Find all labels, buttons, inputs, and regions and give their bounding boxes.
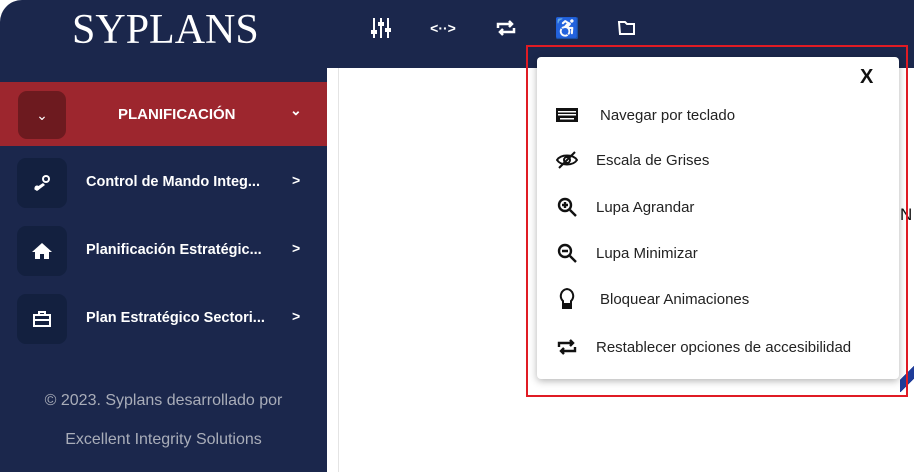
sidebar-item-label: Planificación Estratégic...	[86, 242, 262, 258]
sliders-icon[interactable]	[369, 16, 393, 40]
option-label: Escala de Grises	[596, 151, 710, 169]
option-zoom-in[interactable]: Lupa Agrandar	[556, 196, 694, 218]
steam-icon	[17, 158, 67, 208]
chevron-right-icon: >	[292, 240, 301, 256]
logo: SYPLANS	[72, 7, 259, 53]
folder-open-icon[interactable]	[615, 16, 639, 40]
sidebar-item-label: PLANIFICACIÓN	[118, 106, 236, 123]
option-label: Lupa Agrandar	[596, 198, 695, 216]
chevron-right-icon: >	[292, 172, 301, 188]
option-label: Navegar por teclado	[600, 106, 736, 124]
keyboard-icon	[556, 104, 578, 126]
arrows-horizontal-icon[interactable]: <··>	[430, 16, 456, 40]
option-reset-accessibility[interactable]: Restablecer opciones de accesibilidad	[556, 336, 851, 358]
sidebar-item-label: Control de Mando Integ...	[86, 174, 260, 190]
lightbulb-icon	[556, 288, 578, 310]
sidebar-item-control-mando[interactable]: Control de Mando Integ... >	[0, 158, 327, 210]
close-button[interactable]: X	[860, 66, 873, 89]
briefcase-icon	[17, 294, 67, 344]
sidebar: ⌄ PLANIFICACIÓN ⌄ Control de Mando Integ…	[0, 68, 327, 472]
option-grayscale[interactable]: Escala de Grises	[556, 149, 709, 171]
footer-copyright: © 2023. Syplans desarrollado por	[44, 392, 283, 409]
option-block-animations[interactable]: Bloquear Animaciones	[556, 288, 749, 310]
zoom-in-icon	[556, 196, 578, 218]
sidebar-item-planificacion[interactable]: ⌄ PLANIFICACIÓN ⌄	[0, 82, 327, 146]
sidebar-item-planificacion-estrategica[interactable]: Planificación Estratégic... >	[0, 226, 327, 278]
repeat-icon	[556, 336, 578, 358]
main-content	[327, 68, 339, 472]
option-label: Restablecer opciones de accesibilidad	[596, 338, 852, 356]
chevron-right-icon: >	[292, 308, 301, 324]
repeat-icon[interactable]	[494, 16, 518, 40]
footer-company: Excellent Integrity Solutions	[65, 431, 262, 448]
option-label: Lupa Minimizar	[596, 244, 698, 262]
option-keyboard-nav[interactable]: Navegar por teclado	[556, 104, 735, 126]
home-icon	[17, 226, 67, 276]
chevron-down-icon: ⌄	[290, 102, 302, 118]
sidebar-item-label: Plan Estratégico Sectori...	[86, 310, 265, 326]
option-label: Bloquear Animaciones	[600, 290, 750, 308]
sidebar-item-plan-sectorial[interactable]: Plan Estratégico Sectori... >	[0, 294, 327, 346]
zoom-out-icon	[556, 242, 578, 264]
chevron-down-icon: ⌄	[18, 91, 66, 139]
eye-slash-icon	[556, 149, 578, 171]
option-zoom-out[interactable]: Lupa Minimizar	[556, 242, 698, 264]
accessibility-icon[interactable]: ♿	[555, 16, 580, 40]
